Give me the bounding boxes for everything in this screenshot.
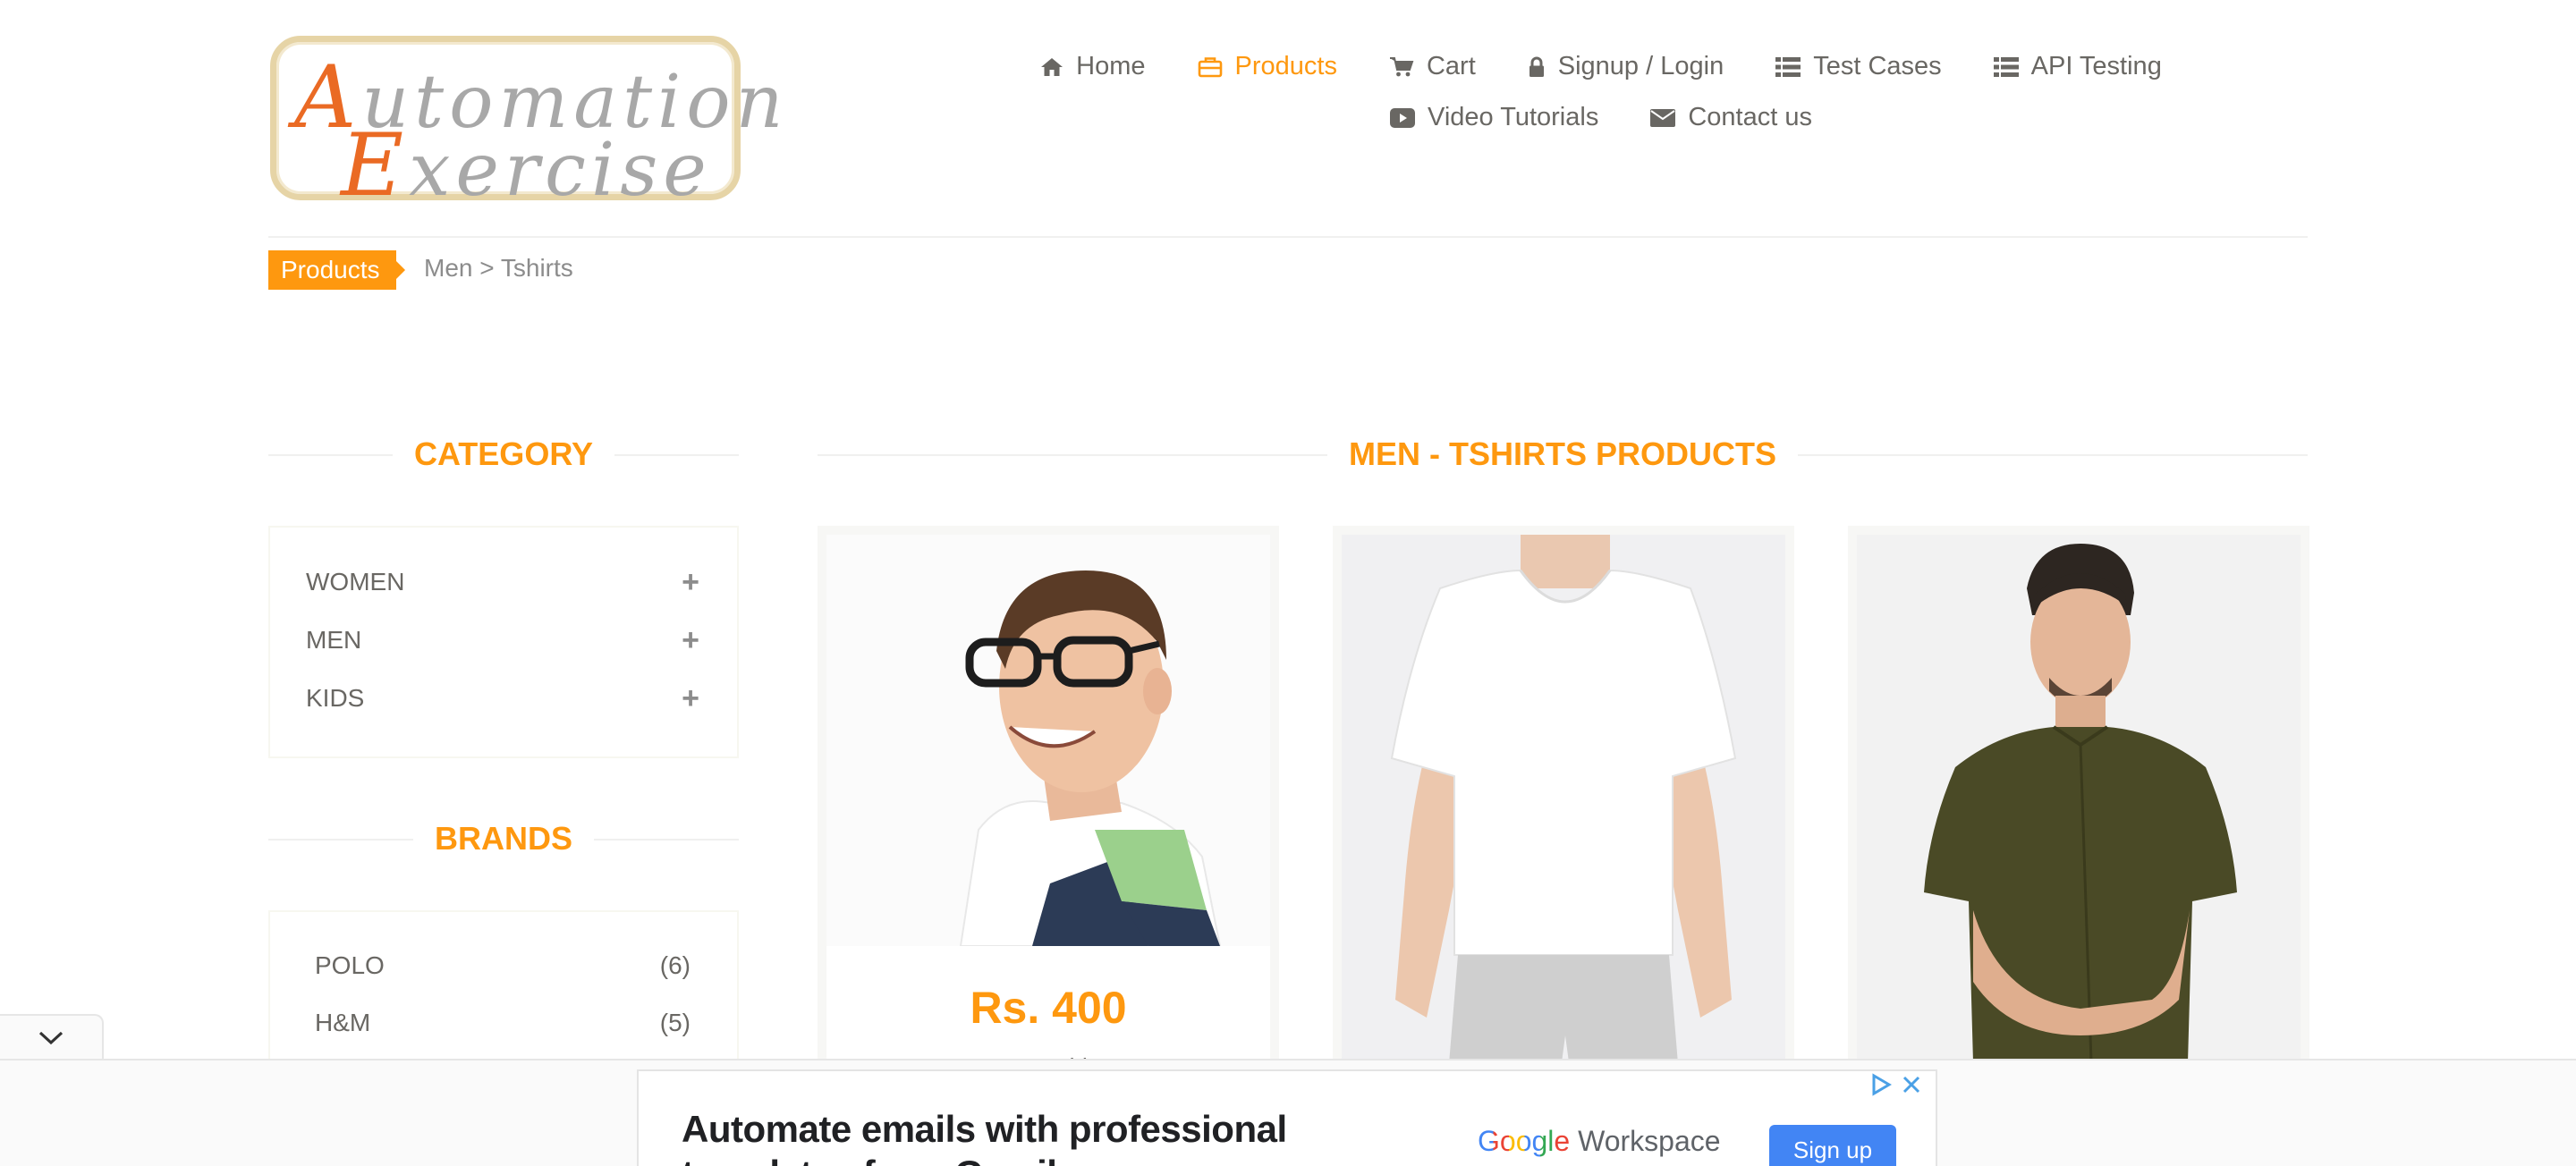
main-nav: Home Products Cart Signup / Login Test C… — [984, 52, 2218, 132]
breadcrumb-path: Men > Tshirts — [424, 254, 573, 282]
nav-signup-login[interactable]: Signup / Login — [1528, 52, 1724, 81]
list-icon — [1993, 56, 2019, 77]
nav-test-cases[interactable]: Test Cases — [1775, 52, 1942, 81]
brand-polo-name: POLO — [315, 951, 385, 979]
nav-row-1: Home Products Cart Signup / Login Test C… — [984, 52, 2218, 81]
product-image[interactable] — [826, 535, 1270, 946]
brands-heading: BRANDS — [268, 819, 739, 858]
list-icon — [1775, 56, 1801, 77]
logo-line-2: Exercise — [341, 115, 712, 215]
ad-signup-button[interactable]: Sign up — [1769, 1125, 1896, 1166]
category-title-text: CATEGORY — [392, 435, 614, 472]
nav-home[interactable]: Home — [1040, 52, 1146, 81]
nav-video-tutorials[interactable]: Video Tutorials — [1390, 103, 1598, 132]
products-title-text: MEN - TSHIRTS PRODUCTS — [1326, 435, 1798, 472]
nav-products[interactable]: Products — [1198, 52, 1337, 81]
brand-polo-count: (6) — [659, 951, 691, 979]
header-divider — [268, 236, 2308, 238]
nav-video-tutorials-label: Video Tutorials — [1428, 103, 1599, 131]
category-men-label: MEN — [306, 626, 362, 654]
brands-title: BRANDS — [268, 819, 739, 858]
adchoices-icon[interactable] — [1869, 1073, 1893, 1096]
category-women-label: WOMEN — [306, 568, 405, 596]
nav-test-cases-label: Test Cases — [1813, 52, 1942, 80]
ad-banner[interactable]: Automate emails with professional templa… — [637, 1069, 1937, 1166]
nav-contact-us-label: Contact us — [1688, 103, 1812, 131]
category-kids[interactable]: KIDS + — [306, 683, 699, 714]
brands-title-text: BRANDS — [412, 820, 594, 857]
home-icon — [1041, 57, 1063, 76]
logo-cap-e: E — [341, 115, 410, 215]
products-title: MEN - TSHIRTS PRODUCTS — [818, 435, 2308, 474]
nav-signup-login-label: Signup / Login — [1557, 52, 1724, 80]
nav-home-label: Home — [1076, 52, 1146, 80]
close-icon[interactable] — [1900, 1073, 1923, 1096]
workspace-label: Workspace — [1578, 1125, 1721, 1157]
category-kids-label: KIDS — [306, 684, 365, 712]
category-men[interactable]: MEN + — [306, 625, 699, 655]
briefcase-icon — [1198, 56, 1222, 77]
chevron-down-icon — [38, 1031, 64, 1045]
ad-collapse-toggle[interactable] — [0, 1014, 104, 1060]
nav-row-2: Video Tutorials Contact us — [984, 103, 2218, 132]
google-logo-text: Google — [1478, 1125, 1570, 1157]
youtube-play-icon — [1390, 107, 1416, 128]
product-price: Rs. 400 — [970, 983, 1127, 1033]
ad-headline[interactable]: Automate emails with professional templa… — [682, 1107, 1361, 1166]
breadcrumb-products[interactable]: Products — [268, 250, 404, 290]
plus-icon[interactable]: + — [682, 567, 699, 597]
logo-text-2: xercise — [409, 128, 712, 213]
products-heading: MEN - TSHIRTS PRODUCTS — [818, 435, 2308, 474]
nav-products-label: Products — [1234, 52, 1337, 80]
site-logo[interactable]: Automation Exercise — [270, 36, 783, 215]
cart-icon — [1389, 56, 1414, 76]
category-title: CATEGORY — [268, 435, 739, 474]
plus-icon[interactable]: + — [682, 683, 699, 714]
nav-cart-label: Cart — [1426, 52, 1476, 80]
plus-icon[interactable]: + — [682, 625, 699, 655]
brand-hm-count: (5) — [659, 1009, 691, 1036]
category-heading: CATEGORY — [268, 435, 739, 474]
brand-hm-name: H&M — [315, 1009, 371, 1036]
nav-api-testing[interactable]: API Testing — [1993, 52, 2162, 81]
brand-hm[interactable]: H&M (5) — [315, 1009, 691, 1037]
nav-contact-us[interactable]: Contact us — [1650, 103, 1812, 132]
ad-controls — [1869, 1073, 1923, 1096]
google-wordmark: Google — [1478, 1125, 1571, 1157]
ad-brand: Google Workspace — [1478, 1125, 1721, 1158]
envelope-icon — [1650, 108, 1676, 127]
category-women[interactable]: WOMEN + — [306, 567, 699, 597]
brand-polo[interactable]: POLO (6) — [315, 951, 691, 980]
nav-api-testing-label: API Testing — [2030, 52, 2162, 80]
category-panel: WOMEN + MEN + KIDS + — [268, 526, 739, 758]
nav-cart[interactable]: Cart — [1389, 52, 1476, 81]
lock-icon — [1529, 56, 1544, 77]
